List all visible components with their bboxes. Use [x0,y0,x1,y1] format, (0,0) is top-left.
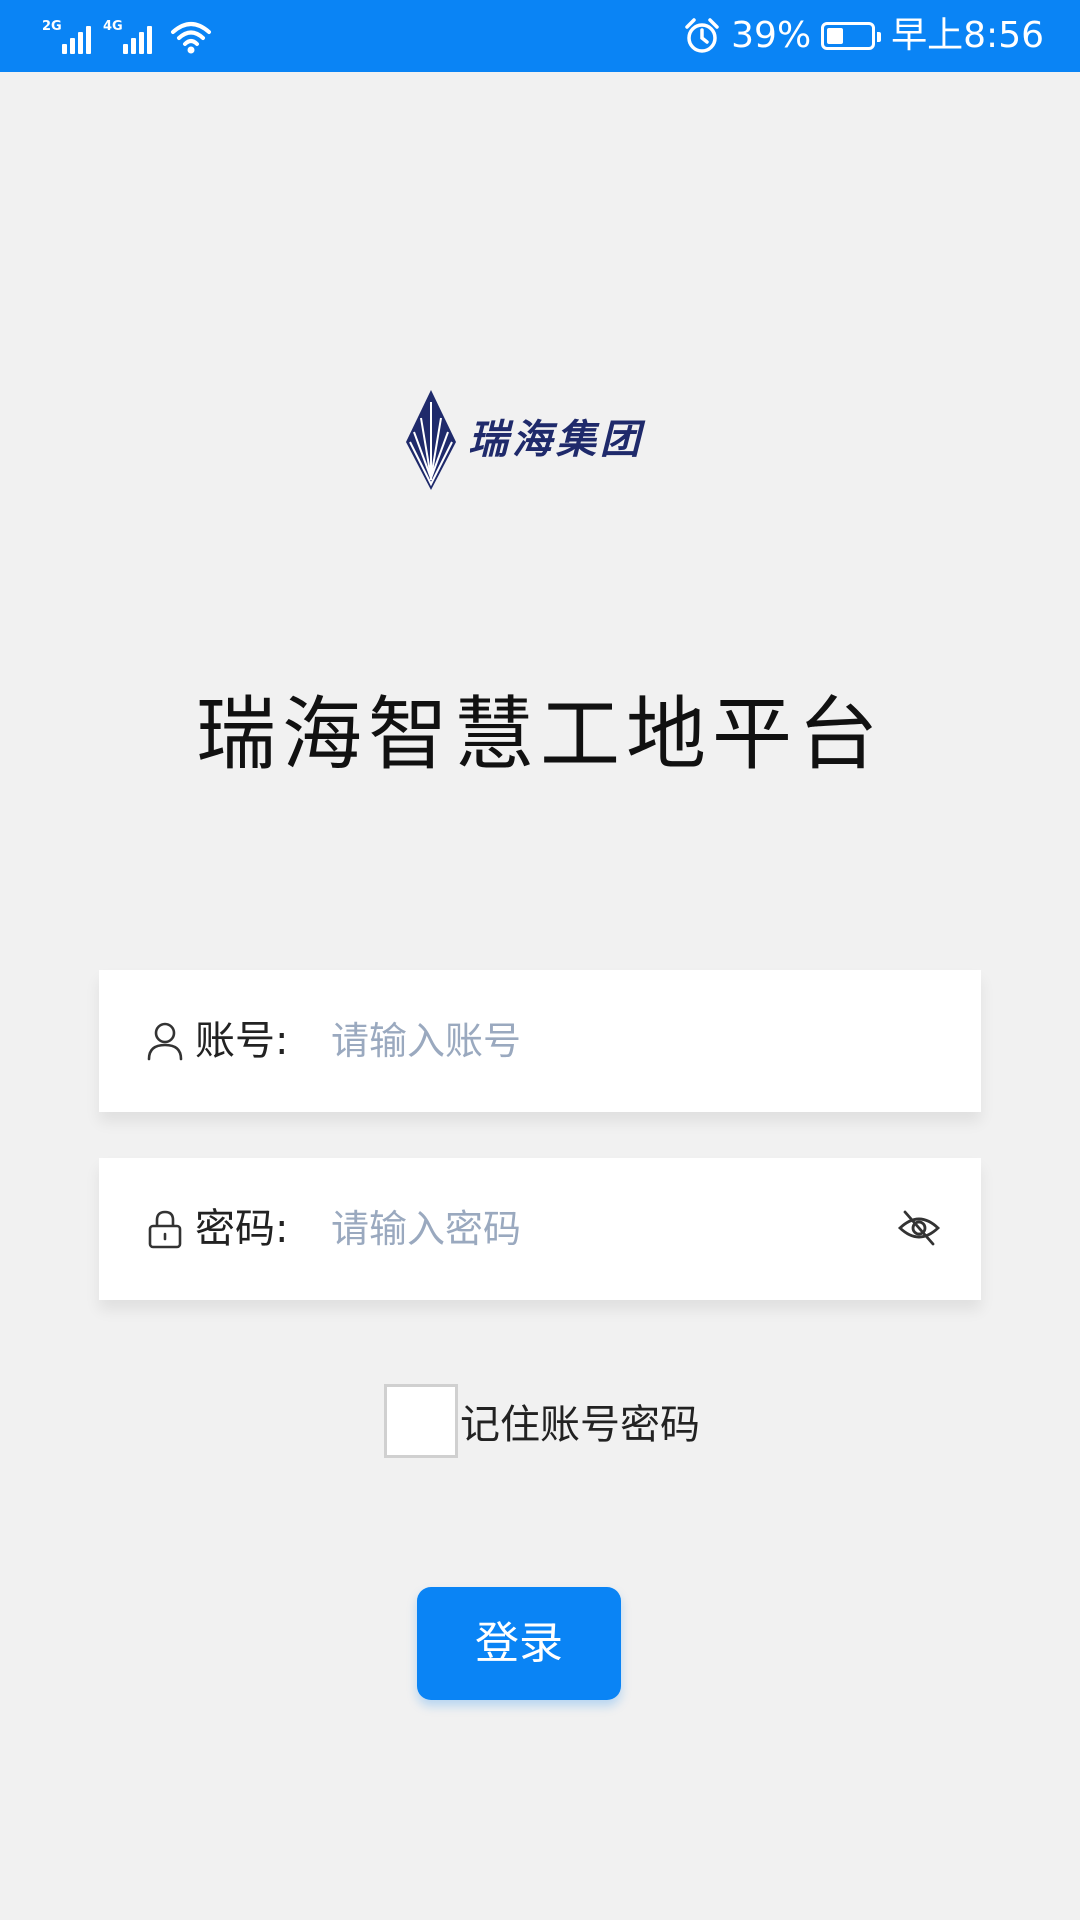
battery-percent: 39% [731,15,812,56]
password-label: 密码: [195,1206,289,1252]
status-right: 39% 早上8:56 [683,10,1044,62]
lock-icon [148,1210,182,1249]
clock: 早上8:56 [891,15,1044,56]
account-field[interactable]: 账号: [99,970,981,1112]
password-field[interactable]: 密码: [99,1158,981,1300]
account-input[interactable] [331,1010,871,1072]
password-input[interactable] [331,1198,871,1260]
remember-label[interactable]: 记住账号密码 [460,1392,700,1450]
alarm-icon [685,18,719,53]
signal-icon: 4G [101,20,152,54]
wifi-icon [171,22,211,54]
page-title: 瑞海智慧工地平台 [196,688,884,781]
eye-off-icon[interactable] [897,1208,941,1248]
user-icon [147,1022,183,1061]
remember-checkbox[interactable] [384,1384,458,1458]
network-type-2: 4G [103,19,123,34]
battery-icon [821,22,882,50]
logo-mark-icon [406,390,456,490]
logo-text: 瑞海集团 [468,416,644,463]
status-bar: 2G 4G 39% 早上8:56 [0,0,1080,72]
account-label: 账号: [195,1018,289,1064]
login-button[interactable]: 登录 [417,1587,621,1700]
battery-level [827,28,844,44]
signal-icon: 2G [40,20,91,54]
company-logo: 瑞海集团 [400,388,680,492]
status-left: 2G 4G [40,14,212,54]
network-type-1: 2G [42,19,62,34]
remember-credentials[interactable]: 记住账号密码 [384,1382,700,1460]
